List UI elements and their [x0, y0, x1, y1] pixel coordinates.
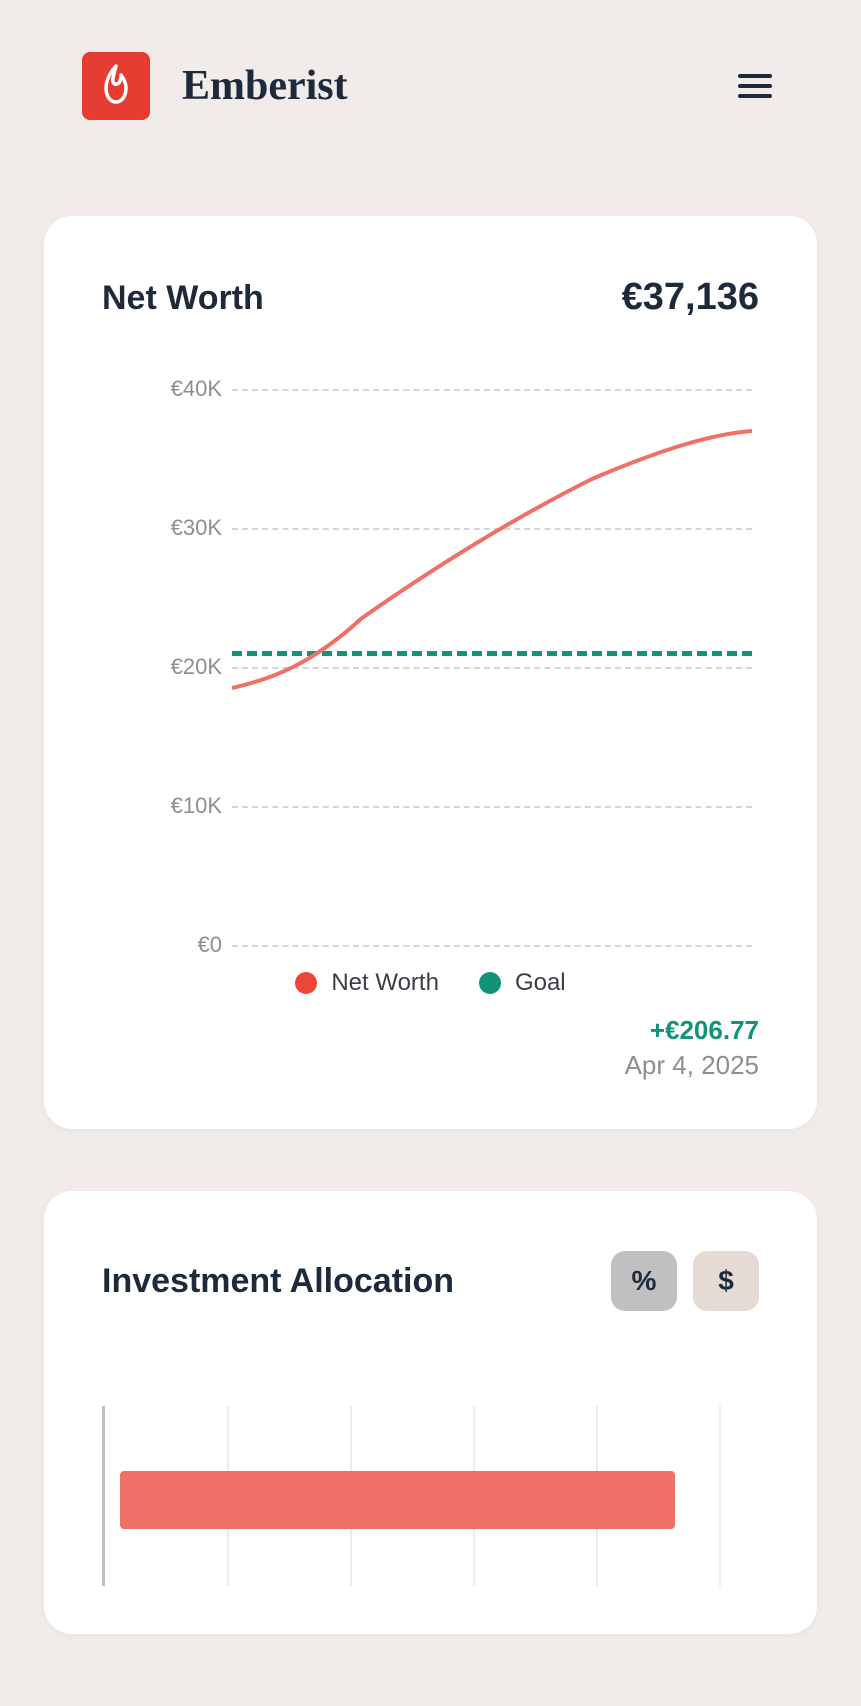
allocation-unit-toggle: % $: [611, 1251, 759, 1311]
gridline: [232, 945, 752, 947]
net-worth-chart[interactable]: €40K €30K €20K €10K €0: [102, 389, 759, 945]
allocation-title: Investment Allocation: [102, 1262, 454, 1301]
y-tick-label: €10K: [171, 793, 222, 819]
brand-block[interactable]: Emberist: [82, 52, 348, 120]
allocation-card: Investment Allocation % $: [44, 1191, 817, 1634]
net-worth-value: €37,136: [622, 276, 759, 319]
legend-item-goal[interactable]: Goal: [479, 969, 566, 997]
hamburger-menu-icon[interactable]: [731, 62, 779, 110]
allocation-bar: [120, 1471, 675, 1529]
y-tick-label: €20K: [171, 654, 222, 680]
legend-label: Net Worth: [331, 969, 439, 997]
allocation-header: Investment Allocation % $: [102, 1251, 759, 1311]
y-tick-label: €0: [198, 932, 222, 958]
flame-logo-icon: [82, 52, 150, 120]
net-worth-header: Net Worth €37,136: [102, 276, 759, 319]
toggle-percent-button[interactable]: %: [611, 1251, 677, 1311]
net-worth-line: [232, 389, 752, 945]
allocation-y-axis: [102, 1406, 105, 1586]
brand-name: Emberist: [182, 62, 348, 110]
net-worth-date: Apr 4, 2025: [102, 1050, 759, 1081]
y-tick-label: €30K: [171, 515, 222, 541]
legend-label: Goal: [515, 969, 566, 997]
toggle-currency-button[interactable]: $: [693, 1251, 759, 1311]
net-worth-footer: +€206.77 Apr 4, 2025: [102, 1015, 759, 1081]
net-worth-card: Net Worth €37,136 €40K €30K €20K €10K €0…: [44, 216, 817, 1129]
legend-dot-icon: [295, 972, 317, 994]
plot-area: [232, 389, 752, 945]
net-worth-title: Net Worth: [102, 279, 264, 318]
legend-item-net-worth[interactable]: Net Worth: [295, 969, 439, 997]
legend-dot-icon: [479, 972, 501, 994]
y-tick-label: €40K: [171, 376, 222, 402]
app-header: Emberist: [0, 0, 861, 120]
net-worth-delta: +€206.77: [102, 1015, 759, 1046]
allocation-gridline: [719, 1406, 721, 1586]
allocation-chart[interactable]: [102, 1406, 759, 1586]
chart-legend: Net Worth Goal: [102, 969, 759, 997]
